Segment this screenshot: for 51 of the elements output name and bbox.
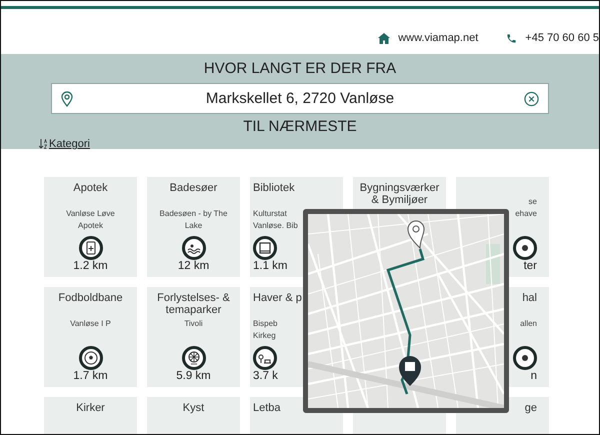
category-title: Kirker [76, 402, 105, 414]
category-title: Fodboldbane [58, 292, 123, 304]
distance-text: 12 km [178, 260, 210, 273]
phone-icon [506, 32, 518, 44]
place-name: Bispeb Kirkeg [253, 318, 278, 342]
category-title: ge [524, 402, 537, 414]
football-icon [78, 346, 102, 370]
category-title: hal [522, 292, 537, 304]
category-card[interactable]: Kirker [44, 397, 137, 434]
category-card[interactable]: Badesøer Badesøen - by The Lake 12 km [147, 177, 240, 277]
park-icon [253, 346, 277, 370]
place-name: Vanløse Løve Apotek [66, 208, 115, 232]
address-field[interactable]: Markskellet 6, 2720 Vanløse [51, 83, 549, 114]
distance-text: 1.1 km [253, 260, 288, 273]
sort-icon [39, 139, 48, 149]
distance-text: 1.2 km [73, 260, 108, 273]
distance-text: 3.7 k [253, 370, 278, 383]
category-title: Bygningsværker & Bymiljøer [358, 182, 440, 206]
distance-text: 1.7 km [73, 370, 108, 383]
place-name: Vanløse I P [70, 318, 111, 330]
category-card[interactable]: Kyst [147, 397, 240, 434]
category-title: Kyst [182, 402, 204, 414]
distance-text: ter [524, 260, 537, 273]
home-icon [378, 32, 390, 44]
distance-text: n [530, 370, 537, 383]
category-title: Badesøer [170, 182, 218, 194]
category-card[interactable]: Apotek Vanløse Løve Apotek 1.2 km [44, 177, 137, 277]
search-heading: HVOR LANGT ER DER FRA [204, 60, 396, 78]
phone-link[interactable]: +45 70 60 60 5 [506, 30, 599, 46]
place-name: Badesøen - by The Lake [160, 208, 228, 232]
library-icon [253, 236, 277, 260]
clear-icon[interactable] [524, 91, 539, 106]
category-title: Forlystelses- & temaparker [156, 292, 231, 316]
ferris-wheel-icon [182, 346, 206, 370]
category-title: Haver & p [253, 292, 302, 304]
category-title: Bibliotek [253, 182, 295, 194]
place-name: Kulturstat Vanløse. Bib [253, 208, 298, 232]
place-name: allen [520, 318, 537, 330]
pharmacy-icon [78, 236, 102, 260]
sort-link[interactable]: Kategori [39, 138, 90, 150]
category-title: Letba [253, 402, 281, 414]
distance-text: 5.9 km [176, 370, 211, 383]
search-subheading: TIL NÆRMESTE [243, 118, 357, 136]
place-name: se ehave [515, 196, 537, 220]
category-title: Apotek [73, 182, 108, 194]
category-card[interactable]: Forlystelses- & temaparker Tivoli 5.9 km [147, 287, 240, 387]
location-pin-icon [61, 90, 73, 106]
category-card[interactable]: Fodboldbane Vanløse I P 1.7 km [44, 287, 137, 387]
lake-icon [182, 236, 206, 260]
website-link[interactable]: www.viamap.net [378, 30, 478, 46]
place-name: Tivoli [184, 318, 203, 330]
